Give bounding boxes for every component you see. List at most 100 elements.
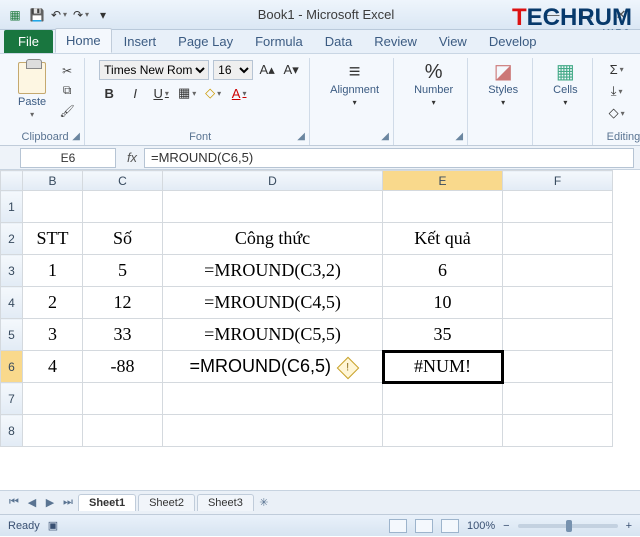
zoom-slider[interactable] bbox=[518, 524, 618, 528]
cell[interactable] bbox=[83, 191, 163, 223]
paste-dropdown-icon[interactable]: ▾ bbox=[30, 110, 34, 119]
tab-insert[interactable]: Insert bbox=[114, 30, 167, 53]
view-normal-icon[interactable] bbox=[389, 519, 407, 533]
underline-button[interactable]: U bbox=[151, 84, 171, 102]
cell[interactable]: 33 bbox=[83, 319, 163, 351]
cell[interactable]: =MROUND(C6,5) ! bbox=[163, 351, 383, 383]
styles-button[interactable]: ◪ Styles ▾ bbox=[482, 60, 524, 109]
redo-icon[interactable]: ↷ bbox=[72, 6, 90, 24]
worksheet-area[interactable]: B C D E F 1 2 STT Số Công thức Kết quả 3… bbox=[0, 170, 640, 490]
cell[interactable] bbox=[503, 319, 613, 351]
view-page-break-icon[interactable] bbox=[441, 519, 459, 533]
col-header-D[interactable]: D bbox=[163, 171, 383, 191]
col-header-E[interactable]: E bbox=[383, 171, 503, 191]
grow-font-icon[interactable]: A▴ bbox=[257, 61, 277, 79]
cell[interactable] bbox=[383, 383, 503, 415]
sheet-nav-last-icon[interactable]: ⏭ bbox=[60, 496, 76, 509]
new-sheet-icon[interactable]: ✳ bbox=[256, 496, 272, 509]
view-page-layout-icon[interactable] bbox=[415, 519, 433, 533]
cell[interactable] bbox=[383, 415, 503, 447]
row-header[interactable]: 4 bbox=[1, 287, 23, 319]
cell[interactable] bbox=[503, 351, 613, 383]
tab-data[interactable]: Data bbox=[315, 30, 362, 53]
minimize-button[interactable]: — bbox=[540, 7, 566, 23]
cell[interactable]: Số bbox=[83, 223, 163, 255]
cells-button[interactable]: ▦ Cells ▾ bbox=[547, 60, 583, 109]
cell[interactable]: 10 bbox=[383, 287, 503, 319]
alignment-button[interactable]: ≡ Alignment ▾ bbox=[324, 60, 385, 109]
cell[interactable]: =MROUND(C4,5) bbox=[163, 287, 383, 319]
number-button[interactable]: % Number ▾ bbox=[408, 60, 459, 109]
cell[interactable]: 35 bbox=[383, 319, 503, 351]
cell[interactable] bbox=[163, 415, 383, 447]
row-header[interactable]: 5 bbox=[1, 319, 23, 351]
maximize-button[interactable]: ☐ bbox=[574, 7, 600, 23]
save-icon[interactable]: 💾 bbox=[28, 6, 46, 24]
active-cell[interactable]: #NUM! bbox=[383, 351, 503, 383]
row-header[interactable]: 6 bbox=[1, 351, 23, 383]
bold-button[interactable]: B bbox=[99, 84, 119, 102]
zoom-thumb[interactable] bbox=[566, 520, 572, 532]
undo-icon[interactable]: ↶ bbox=[50, 6, 68, 24]
col-header-C[interactable]: C bbox=[83, 171, 163, 191]
cell[interactable]: =MROUND(C3,2) bbox=[163, 255, 383, 287]
cell[interactable]: 5 bbox=[83, 255, 163, 287]
copy-icon[interactable]: ⧉ bbox=[58, 83, 76, 99]
sheet-tab-1[interactable]: Sheet1 bbox=[78, 494, 136, 511]
italic-button[interactable]: I bbox=[125, 84, 145, 102]
tab-developer[interactable]: Develop bbox=[479, 30, 547, 53]
close-button[interactable]: ✕ bbox=[608, 7, 634, 23]
row-header[interactable]: 7 bbox=[1, 383, 23, 415]
zoom-level[interactable]: 100% bbox=[467, 520, 495, 532]
fill-button[interactable]: ⤓ bbox=[607, 82, 627, 100]
sheet-nav-first-icon[interactable]: ⏮ bbox=[6, 496, 22, 509]
name-box[interactable]: E6 bbox=[20, 148, 116, 168]
cell[interactable] bbox=[23, 191, 83, 223]
cut-icon[interactable]: ✂ bbox=[58, 63, 76, 79]
cell[interactable] bbox=[23, 383, 83, 415]
cell[interactable] bbox=[163, 383, 383, 415]
sheet-nav-next-icon[interactable]: ▶ bbox=[42, 496, 58, 509]
clipboard-launcher-icon[interactable]: ◢ bbox=[70, 131, 82, 143]
format-painter-icon[interactable]: 🖌 bbox=[58, 103, 76, 119]
cell[interactable]: 3 bbox=[23, 319, 83, 351]
cell[interactable] bbox=[503, 287, 613, 319]
tab-view[interactable]: View bbox=[429, 30, 477, 53]
alignment-launcher-icon[interactable]: ◢ bbox=[379, 131, 391, 143]
qat-customize-icon[interactable]: ▾ bbox=[94, 6, 112, 24]
sheet-tab-3[interactable]: Sheet3 bbox=[197, 494, 254, 511]
clear-button[interactable]: ◇ bbox=[607, 104, 627, 122]
cell[interactable] bbox=[23, 415, 83, 447]
row-header[interactable]: 8 bbox=[1, 415, 23, 447]
cell[interactable] bbox=[503, 223, 613, 255]
sheet-nav-prev-icon[interactable]: ◀ bbox=[24, 496, 40, 509]
tab-review[interactable]: Review bbox=[364, 30, 427, 53]
tab-home[interactable]: Home bbox=[55, 28, 112, 53]
cell[interactable]: STT bbox=[23, 223, 83, 255]
cell[interactable]: 2 bbox=[23, 287, 83, 319]
cell[interactable]: 12 bbox=[83, 287, 163, 319]
cell[interactable] bbox=[503, 415, 613, 447]
font-name-select[interactable]: Times New Rom bbox=[99, 60, 209, 80]
select-all-corner[interactable] bbox=[1, 171, 23, 191]
font-launcher-icon[interactable]: ◢ bbox=[295, 131, 307, 143]
zoom-in-button[interactable]: + bbox=[626, 520, 632, 532]
font-color-button[interactable]: A bbox=[229, 84, 249, 102]
cell[interactable]: 6 bbox=[383, 255, 503, 287]
sheet-tab-2[interactable]: Sheet2 bbox=[138, 494, 195, 511]
formula-bar-input[interactable]: =MROUND(C6,5) bbox=[144, 148, 634, 168]
cell[interactable] bbox=[83, 383, 163, 415]
col-header-B[interactable]: B bbox=[23, 171, 83, 191]
cell[interactable]: Kết quả bbox=[383, 223, 503, 255]
fx-icon[interactable]: fx bbox=[120, 150, 144, 165]
font-size-select[interactable]: 16 bbox=[213, 60, 253, 80]
tab-formulas[interactable]: Formula bbox=[245, 30, 313, 53]
autosum-button[interactable]: Σ bbox=[607, 60, 627, 78]
cell[interactable] bbox=[503, 255, 613, 287]
border-button[interactable]: ▦ bbox=[177, 84, 197, 102]
cell[interactable] bbox=[163, 191, 383, 223]
col-header-F[interactable]: F bbox=[503, 171, 613, 191]
error-warning-icon[interactable]: ! bbox=[336, 357, 359, 380]
fill-color-button[interactable]: ◇ bbox=[203, 84, 223, 102]
macro-record-icon[interactable]: ▣ bbox=[48, 519, 58, 532]
